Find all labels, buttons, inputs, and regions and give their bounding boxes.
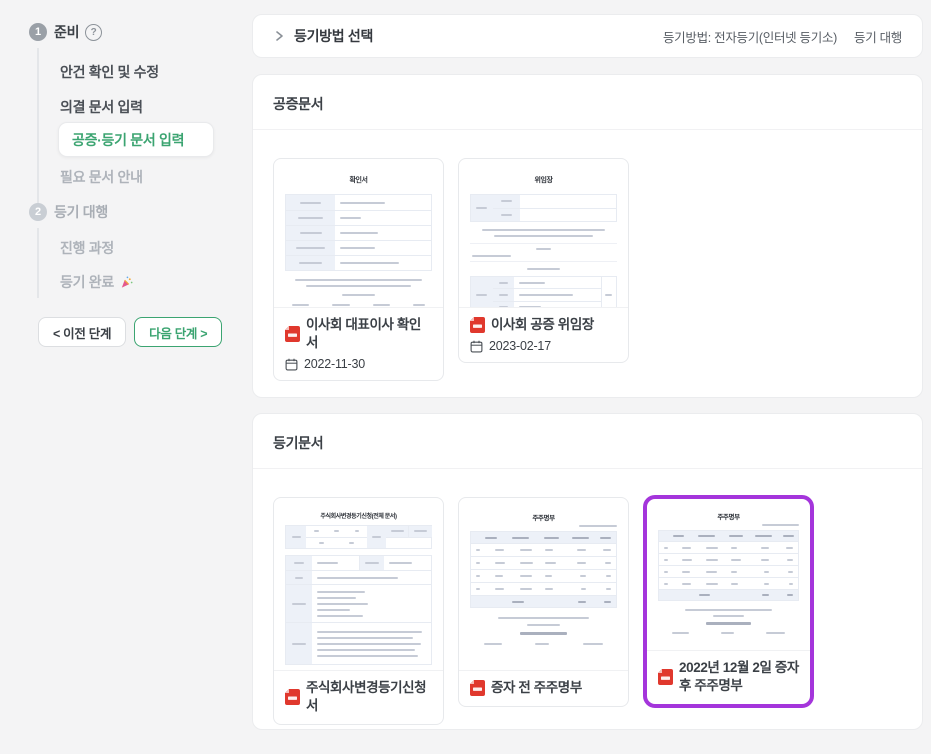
step-2-label: 등기 대행	[54, 202, 108, 222]
sidebar-item-label: 공증·등기 문서 입력	[72, 130, 184, 150]
document-thumbnail: 주주명부	[647, 499, 810, 650]
sidebar: 1 준비 ? 안건 확인 및 수정 의결 문서 입력 공증·등기 문서 입력 필…	[0, 0, 252, 754]
sidebar-item-notary-registry-docs-active[interactable]: 공증·등기 문서 입력	[58, 122, 214, 157]
pdf-icon	[470, 317, 485, 333]
section-title: 공증문서	[253, 75, 922, 129]
document-date: 2022-11-30	[304, 357, 365, 371]
registry-documents-panel: 등기문서 주식회사변경등기신청(전체 문서)	[252, 413, 923, 730]
thumbnail-doc-title: 위임장	[470, 175, 617, 185]
sidebar-item-required-docs: 필요 문서 안내	[60, 167, 143, 187]
calendar-icon	[470, 340, 483, 353]
card-list: 주식회사변경등기신청(전체 문서)	[253, 469, 922, 725]
thumbnail-doc-title: 주주명부	[470, 512, 617, 522]
document-thumbnail: 주주명부	[459, 498, 628, 670]
pdf-icon	[285, 689, 300, 705]
registry-method-value: 등기 대행	[854, 27, 902, 46]
step-1-number-badge: 1	[29, 23, 47, 41]
step-connector-line	[37, 48, 39, 212]
document-thumbnail: 주식회사변경등기신청(전체 문서)	[274, 498, 443, 670]
pdf-icon	[658, 669, 673, 685]
pdf-icon	[470, 680, 485, 696]
section-title: 등기문서	[253, 414, 922, 468]
thumbnail-doc-title: 주주명부	[658, 511, 799, 521]
help-icon[interactable]: ?	[85, 24, 102, 41]
sidebar-item-registry-complete: 등기 완료	[60, 272, 134, 292]
next-step-button[interactable]: 다음 단계 >	[134, 317, 222, 347]
pdf-icon	[285, 326, 300, 342]
document-card-registration-application[interactable]: 주식회사변경등기신청(전체 문서)	[273, 497, 444, 725]
step-2-number-badge: 2	[29, 203, 47, 221]
document-card-shareholder-list-after-selected[interactable]: 주주명부	[643, 495, 814, 708]
sidebar-item-agenda-check[interactable]: 안건 확인 및 수정	[60, 62, 159, 82]
document-file-title: 이사회 공증 위임장	[491, 316, 594, 334]
registry-method-header[interactable]: 등기방법 선택 등기방법: 전자등기(인터넷 등기소) 등기 대행	[252, 14, 923, 58]
previous-step-button[interactable]: < 이전 단계	[38, 317, 126, 347]
notary-documents-panel: 공증문서 확인서	[252, 74, 923, 398]
registry-method-summary: 등기방법: 전자등기(인터넷 등기소) 등기 대행	[663, 27, 902, 46]
step-1-label: 준비	[54, 22, 79, 42]
registry-method-label: 등기방법: 전자등기(인터넷 등기소)	[663, 27, 837, 46]
document-file-title: 2022년 12월 2일 증자 후 주주명부	[679, 659, 799, 695]
document-file-title: 이사회 대표이사 확인서	[306, 316, 432, 352]
sidebar-item-resolution-docs[interactable]: 의결 문서 입력	[60, 97, 143, 117]
document-file-title: 주식회사변경등기신청서	[306, 679, 432, 715]
document-thumbnail: 위임장	[459, 159, 628, 307]
card-footer: 이사회 대표이사 확인서 2022-11-30	[274, 307, 443, 380]
document-card-confirmation[interactable]: 확인서	[273, 158, 444, 381]
thumbnail-doc-title: 주식회사변경등기신청(전체 문서)	[285, 511, 432, 520]
card-footer: 주식회사변경등기신청서	[274, 670, 443, 724]
card-footer: 증자 전 주주명부	[459, 670, 628, 706]
chevron-right-icon	[273, 30, 285, 42]
step-buttons: < 이전 단계 다음 단계 >	[38, 317, 222, 347]
calendar-icon	[285, 358, 298, 371]
page: 1 준비 ? 안건 확인 및 수정 의결 문서 입력 공증·등기 문서 입력 필…	[0, 0, 931, 754]
party-popper-icon	[119, 275, 134, 290]
card-footer: 2022년 12월 2일 증자 후 주주명부	[647, 650, 810, 704]
document-file-title: 증자 전 주주명부	[491, 679, 582, 697]
step-2-header: 2 등기 대행	[29, 202, 108, 222]
sidebar-item-progress: 진행 과정	[60, 238, 114, 258]
thumbnail-doc-title: 확인서	[285, 175, 432, 185]
document-card-power-of-attorney[interactable]: 위임장	[458, 158, 629, 363]
step-connector-line	[37, 228, 39, 298]
card-list: 확인서	[253, 130, 922, 381]
document-thumbnail: 확인서	[274, 159, 443, 307]
document-card-shareholder-list-before[interactable]: 주주명부	[458, 497, 629, 707]
sidebar-item-label: 등기 완료	[60, 272, 114, 292]
step-1-header: 1 준비 ?	[29, 22, 102, 42]
header-title: 등기방법 선택	[294, 26, 373, 46]
document-date: 2023-02-17	[489, 339, 551, 353]
card-footer: 이사회 공증 위임장 2023-02-17	[459, 307, 628, 362]
